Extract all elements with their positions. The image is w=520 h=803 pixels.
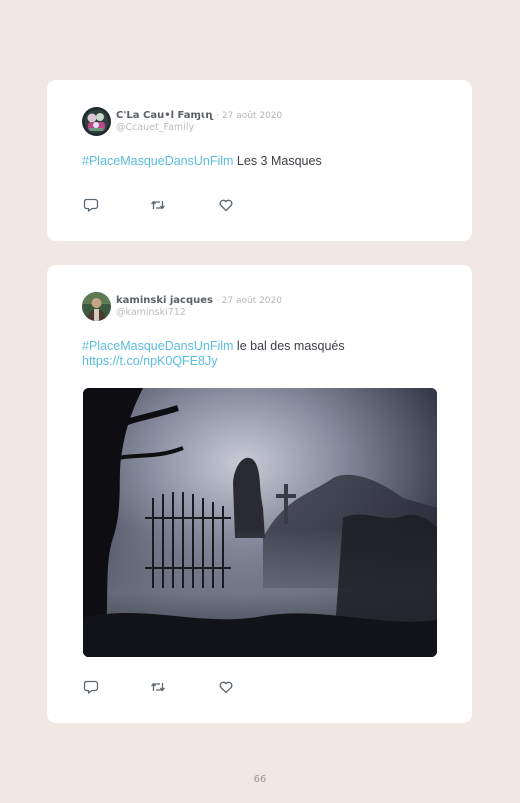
page-number: 66 xyxy=(253,774,267,785)
retweet-icon[interactable] xyxy=(150,679,166,695)
tweet-date: · 27 août 2020 xyxy=(216,111,283,121)
display-name[interactable]: C'La Cau•l Faɱɩɳ xyxy=(116,110,213,121)
tweet-card: C'La Cau•l Faɱɩɳ · 27 août 2020 @Ccauet_… xyxy=(47,80,472,241)
retweet-icon[interactable] xyxy=(150,197,166,213)
avatar[interactable] xyxy=(82,292,111,321)
tweet-header: kaminski jacques · 27 août 2020 @kaminsk… xyxy=(82,292,452,322)
tweet-body: Les 3 Masques xyxy=(233,154,322,168)
tweet-actions xyxy=(83,197,253,213)
hashtag-link[interactable]: #PlaceMasqueDansUnFilm xyxy=(82,154,233,168)
tweet-link[interactable]: https://t.co/npK0QFE8Jy xyxy=(82,354,217,368)
heart-icon[interactable] xyxy=(218,197,234,213)
tweet-date: · 27 août 2020 xyxy=(215,296,282,306)
tweet-actions xyxy=(83,679,253,695)
reply-icon[interactable] xyxy=(83,197,99,213)
tweet-text: #PlaceMasqueDansUnFilm Les 3 Masques xyxy=(82,154,442,169)
tweet-media-image[interactable] xyxy=(83,388,437,657)
hashtag-link[interactable]: #PlaceMasqueDansUnFilm xyxy=(82,339,233,353)
tweet-header: C'La Cau•l Faɱɩɳ · 27 août 2020 @Ccauet_… xyxy=(82,107,452,137)
tweet-card: kaminski jacques · 27 août 2020 @kaminsk… xyxy=(47,265,472,723)
display-name[interactable]: kaminski jacques xyxy=(116,295,213,306)
tweet-body: le bal des masqués xyxy=(233,339,345,353)
user-handle: @kaminski712 xyxy=(116,307,186,318)
reply-icon[interactable] xyxy=(83,679,99,695)
avatar[interactable] xyxy=(82,107,111,136)
heart-icon[interactable] xyxy=(218,679,234,695)
tweet-text: #PlaceMasqueDansUnFilm le bal des masqué… xyxy=(82,339,442,369)
user-handle: @Ccauet_Family xyxy=(116,122,195,133)
